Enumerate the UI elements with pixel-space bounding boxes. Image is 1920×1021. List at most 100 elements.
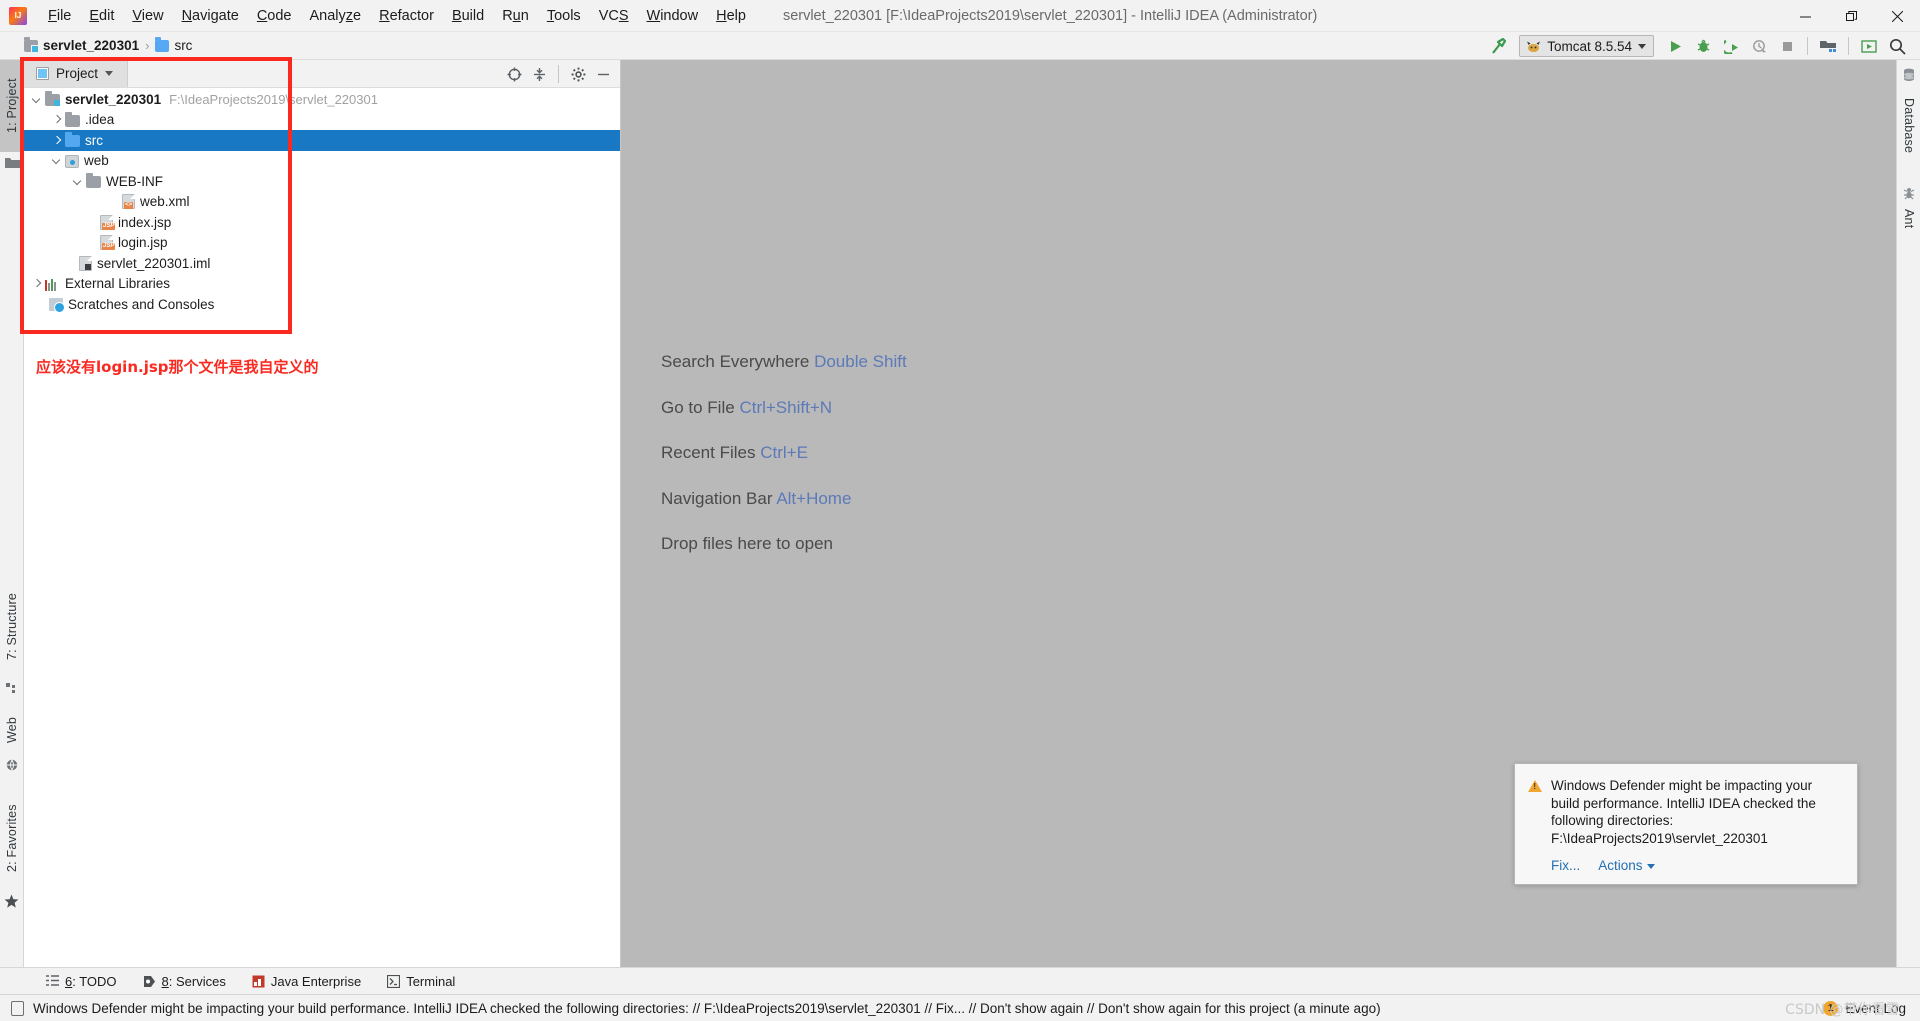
chevron-right-icon[interactable] [30, 277, 43, 290]
menu-build[interactable]: Build [443, 5, 493, 27]
sidebar-item-database[interactable]: Database [1897, 86, 1920, 166]
chevron-down-icon[interactable] [30, 93, 43, 106]
debug-button[interactable] [1690, 34, 1716, 58]
project-tree[interactable]: servlet_220301 F:\IdeaProjects2019\servl… [24, 88, 620, 967]
folder-icon [65, 111, 80, 127]
web-globe-icon [6, 758, 18, 776]
toolbar-divider-2 [1848, 37, 1849, 55]
web-root-icon [65, 154, 79, 168]
profile-button[interactable] [1746, 34, 1772, 58]
search-everywhere-button[interactable] [1884, 34, 1910, 58]
menu-file[interactable]: File [39, 5, 80, 27]
chevron-down-icon [1638, 43, 1646, 49]
breadcrumb-item-src[interactable]: src [155, 36, 192, 53]
minimize-button[interactable] [1782, 0, 1828, 32]
build-hammer-icon[interactable] [1485, 34, 1511, 58]
bottom-tab-java-enterprise[interactable]: Java Enterprise [242, 971, 371, 992]
fix-link[interactable]: Fix... [1551, 858, 1580, 873]
sidebar-item-structure[interactable]: 7: Structure [0, 574, 24, 678]
main-toolbar: Tomcat 8.5.54 [1485, 32, 1910, 60]
chevron-down-icon [105, 71, 114, 76]
sidebar-item-web[interactable]: Web [0, 706, 24, 754]
collapse-all-icon[interactable] [528, 63, 550, 85]
run-configuration-label: Tomcat 8.5.54 [1547, 38, 1632, 54]
project-panel-toolbar [503, 60, 614, 88]
bottom-tab-todo[interactable]: 6: TODO [36, 971, 127, 992]
sidebar-item-project[interactable]: 1: Project [0, 60, 24, 152]
status-message[interactable]: Windows Defender might be impacting your… [33, 1001, 1381, 1016]
chevron-right-icon[interactable] [50, 134, 63, 147]
tree-row-idea[interactable]: .idea [24, 110, 620, 131]
panel-toolbar-divider [558, 65, 559, 83]
tree-row-web-xml[interactable]: <> web.xml [24, 192, 620, 213]
database-icon [1902, 68, 1916, 87]
bottom-tab-services[interactable]: 8: Services [133, 971, 236, 992]
menu-edit[interactable]: Edit [80, 5, 123, 27]
window-controls [1782, 0, 1920, 32]
notification-balloon-icon[interactable] [11, 1000, 24, 1016]
sidebar-item-ant[interactable]: Ant [1897, 202, 1920, 236]
title-bar: File Edit View Navigate Code Analyze Ref… [0, 0, 1920, 32]
tree-row-project[interactable]: servlet_220301 F:\IdeaProjects2019\servl… [24, 89, 620, 110]
update-project-button[interactable] [1856, 34, 1882, 58]
project-structure-button[interactable] [1815, 34, 1841, 58]
chevron-down-icon[interactable] [50, 154, 63, 167]
xml-file-icon: <> [122, 194, 135, 210]
hint-recent-files: Recent Files Ctrl+E [661, 443, 808, 462]
bottom-tool-strip: 6: TODO 8: Services Java Enterprise Term… [0, 967, 1920, 994]
menu-help[interactable]: Help [707, 5, 755, 27]
bottom-tab-todo-label: 6: TODO [65, 973, 117, 989]
tree-row-index-jsp[interactable]: JSP index.jsp [24, 212, 620, 233]
menu-code[interactable]: Code [248, 5, 301, 27]
terminal-icon [387, 974, 401, 988]
tree-row-web-inf[interactable]: WEB-INF [24, 171, 620, 192]
warning-triangle-icon [1528, 780, 1542, 792]
sidebar-item-favorites[interactable]: 2: Favorites [0, 786, 24, 890]
scratches-icon [49, 298, 65, 314]
settings-gear-icon[interactable] [567, 63, 589, 85]
csdn-watermark: CSDN @带你看雪. [1785, 1002, 1904, 1018]
intellij-idea-logo-icon [9, 6, 27, 25]
chevron-down-icon[interactable] [71, 175, 84, 188]
menu-analyze[interactable]: Analyze [301, 5, 371, 27]
tree-row-web[interactable]: web [24, 151, 620, 172]
breadcrumb-separator: › [145, 38, 150, 53]
chevron-right-icon[interactable] [50, 113, 63, 126]
java-enterprise-icon [252, 975, 265, 987]
close-button[interactable] [1874, 0, 1920, 32]
hint-search-everywhere: Search Everywhere Double Shift [661, 352, 907, 371]
hint-drop-files: Drop files here to open [661, 534, 833, 553]
hide-panel-icon[interactable] [592, 63, 614, 85]
menu-run[interactable]: Run [493, 5, 538, 27]
services-icon [143, 975, 155, 987]
editor-empty-area: Search Everywhere Double Shift Go to Fil… [621, 60, 1896, 967]
menu-window[interactable]: Window [638, 5, 708, 27]
run-with-coverage-button[interactable] [1718, 34, 1744, 58]
scroll-from-source-icon[interactable] [503, 63, 525, 85]
tree-row-external-libraries[interactable]: External Libraries [24, 274, 620, 295]
menu-tools[interactable]: Tools [538, 5, 590, 27]
bottom-tab-services-label: 8: Services [161, 973, 226, 989]
tree-row-iml[interactable]: servlet_220301.iml [24, 253, 620, 274]
actions-link[interactable]: Actions [1598, 858, 1655, 873]
menu-vcs[interactable]: VCS [590, 5, 638, 27]
tree-row-login-jsp[interactable]: JSP login.jsp [24, 233, 620, 254]
maximize-restore-button[interactable] [1828, 0, 1874, 32]
stop-button[interactable] [1774, 34, 1800, 58]
menu-view[interactable]: View [123, 5, 172, 27]
menu-refactor[interactable]: Refactor [370, 5, 443, 27]
bottom-tab-terminal[interactable]: Terminal [377, 971, 465, 992]
tab-project[interactable]: Project [24, 60, 129, 87]
folder-icon [86, 173, 101, 189]
folder-module-icon [45, 91, 60, 107]
star-icon [4, 894, 19, 913]
menu-navigate[interactable]: Navigate [173, 5, 248, 27]
project-panel-header: Project [24, 60, 620, 88]
run-configuration-selector[interactable]: Tomcat 8.5.54 [1519, 35, 1654, 57]
breadcrumb-item-project[interactable]: servlet_220301 [24, 36, 139, 53]
project-panel-title: Project [56, 66, 99, 81]
tree-row-scratches[interactable]: Scratches and Consoles [24, 294, 620, 315]
tree-row-src[interactable]: src [24, 130, 620, 151]
notification-path: F:\IdeaProjects2019\servlet_220301 [1551, 830, 1768, 846]
run-button[interactable] [1662, 34, 1688, 58]
